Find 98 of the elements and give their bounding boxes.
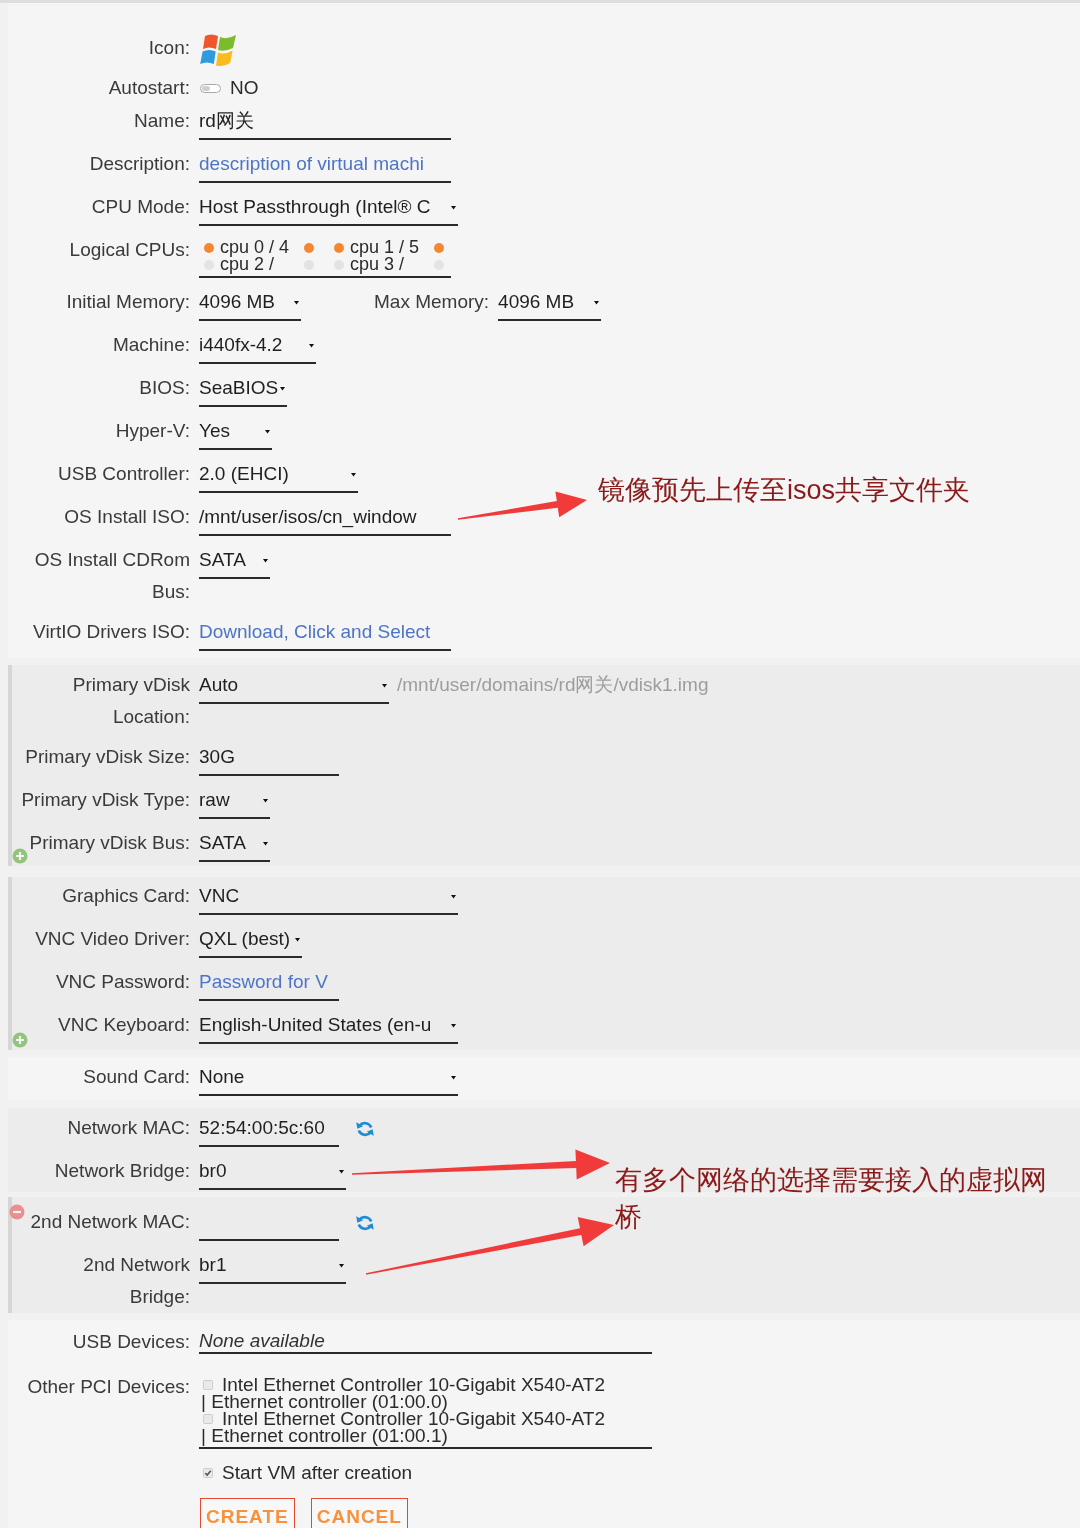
select-field[interactable]: 4096 MB — [498, 291, 602, 321]
caret-icon — [309, 342, 314, 348]
remove-icon[interactable] — [9, 1204, 25, 1220]
add-icon[interactable] — [12, 1032, 28, 1048]
cpu-checkbox[interactable] — [334, 242, 344, 253]
text-field[interactable]: 52:54:00:5c:60 — [199, 1117, 339, 1147]
caret-icon — [280, 385, 285, 391]
cpu-label: cpu 1 / 5 — [350, 239, 421, 256]
refresh-icon[interactable] — [355, 1120, 375, 1138]
select-field[interactable]: SATA — [199, 832, 270, 862]
field-label: VNC Video Driver: — [35, 927, 190, 951]
toggle-switch[interactable] — [200, 83, 221, 93]
field-label: VirtIO Drivers ISO: — [33, 620, 190, 644]
add-icon[interactable] — [12, 848, 28, 864]
cpu-checkbox[interactable] — [204, 242, 214, 253]
field-label: Logical CPUs: — [69, 238, 190, 262]
select-field[interactable]: 4096 MB — [199, 291, 301, 321]
device-detail: | Ethernet controller (01:00.1) — [200, 1427, 448, 1444]
toggle-state-text: NO — [230, 77, 259, 99]
field-label: 2nd Network MAC: — [30, 1210, 190, 1234]
select-field[interactable]: br0 — [199, 1160, 346, 1190]
cpu-checkbox[interactable] — [304, 242, 314, 253]
flag-logo-icon — [199, 32, 239, 69]
text-field[interactable]: Download, Click and Select — [199, 621, 451, 651]
text-field[interactable]: 30G — [199, 746, 339, 776]
field-label: Graphics Card: — [62, 884, 190, 908]
device-detail: | Ethernet controller (01:00.0) — [200, 1393, 448, 1410]
caret-icon — [265, 428, 270, 434]
field-label: Max Memory: — [374, 290, 490, 314]
field-label: Name: — [134, 109, 190, 133]
field-label: Other PCI Devices: — [27, 1375, 190, 1399]
field-label: CPU Mode: — [91, 195, 190, 219]
field-label: BIOS: — [139, 376, 190, 400]
checkbox[interactable] — [203, 1379, 213, 1390]
annotation-note: 镜像预先上传至isos共享文件夹 — [598, 474, 971, 507]
caret-icon — [263, 797, 268, 803]
select-field[interactable]: i440fx-4.2 — [199, 334, 316, 364]
field-label: 2nd Network Bridge: — [82, 1253, 190, 1309]
text-field[interactable]: description of virtual machi — [199, 153, 451, 183]
checkbox-label: Start VM after creation — [222, 1462, 413, 1484]
caret-icon — [351, 471, 356, 477]
caret-icon — [294, 299, 299, 305]
caret-icon — [339, 1262, 344, 1268]
field-label: Icon: — [148, 36, 190, 60]
device-field: None available — [199, 1331, 652, 1354]
caret-icon — [382, 682, 387, 688]
field-label: Machine: — [112, 333, 190, 357]
text-field[interactable]: Password for V — [199, 971, 339, 1001]
select-field[interactable]: raw — [199, 789, 270, 819]
select-field[interactable]: Host Passthrough (Intel® C — [199, 196, 458, 226]
select-field[interactable]: br1 — [199, 1254, 346, 1284]
text-field[interactable]: /mnt/user/isos/cn_window — [199, 506, 451, 536]
field-label: Primary vDisk Location: — [71, 673, 190, 729]
select-field[interactable]: Yes — [199, 420, 272, 450]
checkbox[interactable] — [203, 1468, 213, 1478]
caret-icon — [339, 1168, 344, 1174]
annotation-note: 有多个网络的选择需要接入的虚拟网桥 — [615, 1164, 1048, 1234]
field-label: VNC Keyboard: — [58, 1013, 190, 1037]
field-label: Hyper-V: — [115, 419, 190, 443]
select-field[interactable]: SATA — [199, 549, 270, 579]
caret-icon — [263, 557, 268, 563]
caret-icon — [594, 299, 600, 305]
cpu-label: cpu 3 / — [350, 256, 406, 273]
text-field[interactable]: rd网关 — [199, 110, 451, 140]
caret-icon — [451, 893, 456, 899]
select-field[interactable]: 2.0 (EHCI) — [199, 463, 358, 493]
caret-icon — [451, 204, 456, 210]
select-field[interactable]: SeaBIOS — [199, 377, 287, 407]
field-label: USB Controller: — [58, 462, 190, 486]
field-label: Sound Card: — [83, 1065, 190, 1089]
field-label: Autostart: — [108, 76, 190, 100]
select-field[interactable]: None — [199, 1066, 458, 1096]
field-label: Primary vDisk Type: — [21, 788, 190, 812]
select-field[interactable]: QXL (best) — [199, 928, 302, 958]
cpu-label: cpu 0 / 4 — [220, 239, 291, 256]
caret-icon — [263, 840, 268, 846]
field-label: Network Bridge: — [54, 1159, 190, 1183]
device-name: Intel Ethernet Controller 10-Gigabit X540-AT2 — [222, 1376, 605, 1393]
field-label: Network MAC: — [67, 1116, 190, 1140]
select-field[interactable]: Auto — [199, 674, 389, 704]
field-label: Primary vDisk Size: — [25, 745, 190, 769]
field-label: Initial Memory: — [66, 290, 190, 314]
caret-icon — [295, 936, 300, 942]
field-label: OS Install CDRom Bus: — [33, 548, 190, 604]
field-label: OS Install ISO: — [64, 505, 190, 529]
field-label: VNC Password: — [55, 970, 190, 994]
cpu-label: cpu 2 / — [220, 256, 276, 273]
cpu-checkbox[interactable] — [434, 242, 444, 253]
select-field[interactable]: VNC — [199, 885, 458, 915]
field-label: Description: — [89, 152, 190, 176]
field-label: Primary vDisk Bus: — [29, 831, 190, 855]
path-hint-text: /mnt/user/domains/rd网关/vdisk1.img — [397, 674, 709, 696]
field-label: USB Devices: — [72, 1330, 190, 1354]
refresh-icon[interactable] — [355, 1214, 375, 1232]
caret-icon — [451, 1074, 456, 1080]
select-field[interactable]: English-United States (en-u — [199, 1014, 458, 1044]
caret-icon — [451, 1022, 456, 1028]
checkbox[interactable] — [203, 1413, 213, 1424]
